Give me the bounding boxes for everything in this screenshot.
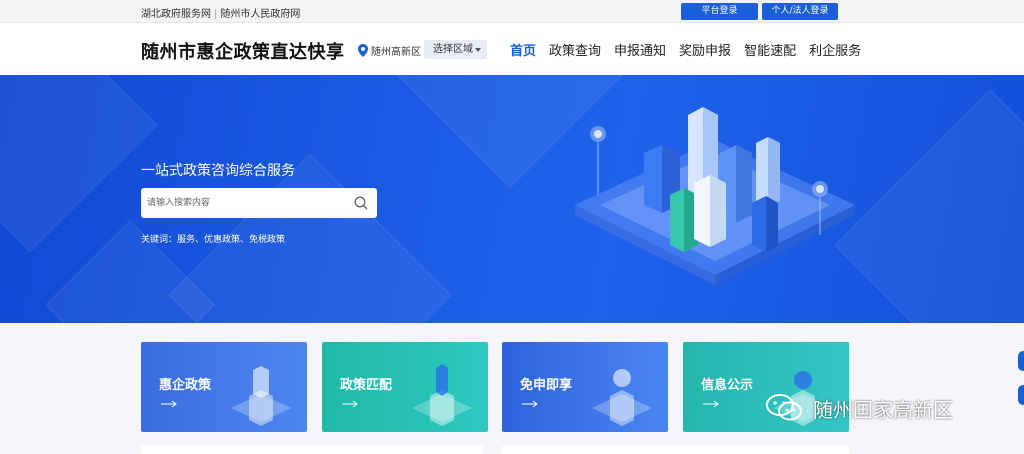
building-illustration-icon: [231, 366, 291, 426]
arrow-right-icon: [703, 400, 719, 408]
card-label: 免申即享: [520, 378, 573, 393]
site-title[interactable]: 随州市惠企政策直达快享: [141, 38, 345, 64]
card-label: 惠企政策: [159, 378, 212, 393]
link-suizhou-gov[interactable]: 随州市人民政府网: [220, 9, 300, 20]
watermark-text: 随州国家高新区: [813, 397, 953, 422]
keywords-list[interactable]: 服务、优惠政策、免税政策: [177, 235, 285, 245]
hero-title: 一站式政策咨询综合服务: [141, 163, 295, 179]
caret-down-icon: [475, 48, 481, 52]
building-illustration-icon: [412, 364, 472, 426]
region-select-label: 选择区域: [433, 44, 473, 55]
card-enterprise-policy[interactable]: 惠企政策: [141, 342, 307, 432]
nav-enterprise-service[interactable]: 利企服务: [809, 40, 861, 59]
panel-edge: [141, 446, 483, 454]
side-float-button[interactable]: [1018, 351, 1024, 371]
search-icon[interactable]: [354, 196, 368, 210]
keywords: 关键词：服务、优惠政策、免税政策: [141, 232, 285, 245]
external-links: 湖北政府服务网 | 随州市人民政府网: [141, 5, 300, 20]
card-label: 信息公示: [701, 378, 754, 393]
nav-policy-query[interactable]: 政策查询: [549, 40, 601, 59]
panel-edge: [502, 446, 849, 454]
watermark: 随州国家高新区: [765, 392, 953, 424]
link-hubei-gov-service[interactable]: 湖北政府服务网: [141, 9, 211, 20]
nav-smart-match[interactable]: 智能速配: [744, 40, 796, 59]
wechat-icon: [766, 394, 802, 421]
platform-login-button[interactable]: 平台登录: [681, 3, 758, 20]
location-label: 随州高新区: [371, 46, 421, 58]
next-section-edge: [141, 446, 849, 454]
card-exempt-application[interactable]: 免申即享: [502, 342, 668, 432]
header: 随州市惠企政策直达快享 随州高新区 选择区域 首页 政策查询 申报通知 奖励申报…: [0, 23, 1024, 75]
service-cards: 惠企政策 政策匹配 免申即享 信息公示: [141, 342, 849, 432]
side-float-button[interactable]: [1018, 385, 1024, 405]
city-illustration: [575, 107, 855, 285]
card-label: 政策匹配: [340, 378, 393, 393]
location: 随州高新区: [358, 42, 421, 58]
arrow-right-icon: [522, 400, 538, 408]
main-nav: 首页 政策查询 申报通知 奖励申报 智能速配 利企服务: [510, 40, 874, 59]
nav-application-notice[interactable]: 申报通知: [614, 40, 666, 59]
building-illustration-icon: [592, 369, 652, 426]
hero-banner: 一站式政策咨询综合服务 关键词：服务、优惠政策、免税政策: [0, 75, 1024, 323]
nav-home[interactable]: 首页: [510, 40, 536, 59]
search-box: [141, 188, 377, 218]
card-policy-match[interactable]: 政策匹配: [322, 342, 488, 432]
top-bar: 湖北政府服务网 | 随州市人民政府网 平台登录 个人/法人登录: [0, 0, 1024, 23]
location-pin-icon: [358, 43, 368, 57]
keywords-label: 关键词：: [141, 235, 178, 245]
search-input[interactable]: [141, 188, 346, 218]
nav-reward-application[interactable]: 奖励申报: [679, 40, 731, 59]
arrow-right-icon: [342, 400, 358, 408]
arrow-right-icon: [161, 400, 177, 408]
link-separator: |: [214, 9, 218, 20]
region-select[interactable]: 选择区域: [424, 40, 487, 59]
personal-login-button[interactable]: 个人/法人登录: [762, 3, 838, 20]
